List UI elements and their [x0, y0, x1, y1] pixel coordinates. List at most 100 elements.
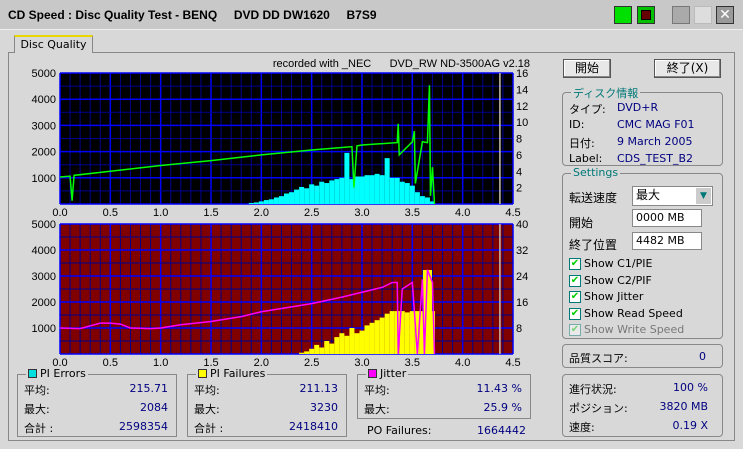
progress-label: 進行状況: [569, 383, 617, 396]
y2-tick-label: 8 [516, 134, 522, 146]
start-label: 開始 [569, 216, 594, 230]
y2-tick-label: 14 [516, 84, 528, 96]
bar [258, 201, 264, 204]
disc-info-value: CMC MAG F01 [617, 118, 695, 131]
bar [299, 186, 305, 204]
po-failures-label: PO Failures: [367, 424, 432, 437]
minimize-button[interactable] [672, 6, 690, 24]
bar [369, 322, 375, 354]
y-tick-label: 1000 [32, 323, 56, 335]
y2-tick-label: 8 [516, 323, 522, 335]
x-tick-label: 3.0 [354, 207, 369, 219]
bar [314, 185, 320, 204]
y2-tick-label: 2 [516, 183, 522, 195]
x-tick-label: 4.5 [505, 357, 520, 369]
bar [309, 184, 315, 204]
bar [374, 320, 380, 354]
y2-tick-label: 32 [516, 245, 528, 257]
stat-value: 2418410 [289, 420, 338, 433]
quality-score-label: 品質スコア: [569, 352, 628, 365]
bar [299, 352, 305, 354]
pi-failures-panel: PI Failures 平均: 211.13 最大: 3230 合計 : 241841… [187, 367, 347, 437]
end-label: 終了位置 [569, 238, 618, 252]
y2-tick-label: 10 [516, 117, 528, 129]
disc-info-label: タイプ: [569, 103, 606, 116]
stat-value: 2598354 [119, 420, 168, 433]
bar [268, 199, 274, 204]
x-tick-label: 4.0 [455, 357, 470, 369]
speed-select[interactable]: 最大 ▼ [632, 186, 713, 206]
check-icon: ✔ [569, 307, 581, 320]
stat-label: 平均: [364, 384, 390, 397]
disc-info-value: 9 March 2005 [617, 135, 693, 148]
bar [253, 202, 259, 204]
x-tick-label: 3.5 [405, 207, 420, 219]
bar [248, 202, 254, 204]
y2-tick-label: 40 [516, 219, 528, 231]
bar [384, 158, 390, 204]
bar [409, 185, 415, 204]
bar [263, 200, 269, 204]
bar [294, 189, 300, 204]
y-tick-label: 5000 [32, 68, 56, 80]
bar [339, 177, 345, 204]
bar [369, 175, 375, 204]
bar [399, 181, 405, 204]
disc-info-label: Label: [569, 152, 603, 165]
bar [379, 175, 385, 204]
y-tick-label: 5000 [32, 219, 56, 231]
bar [334, 337, 340, 354]
start-input[interactable]: 0000 MB [632, 209, 702, 227]
bar [404, 183, 410, 204]
bar [374, 173, 380, 204]
x-tick-label: 0.0 [52, 207, 67, 219]
jitter-panel: Jitter 平均: 11.43 % 最大: 25.9 % [357, 367, 531, 419]
bar [389, 311, 395, 354]
x-tick-label: 4.0 [455, 207, 470, 219]
exit-button[interactable]: 終了(X) [654, 59, 721, 78]
bar [273, 197, 279, 204]
y2-tick-label: 16 [516, 297, 528, 309]
bar [309, 348, 315, 354]
end-input[interactable]: 4482 MB [632, 232, 702, 250]
start-button[interactable]: 開始 [563, 59, 611, 78]
stat-label: 平均: [194, 384, 220, 397]
disc-info-label: ID: [569, 118, 585, 131]
color-swatch-icon [198, 369, 207, 378]
bar [339, 333, 345, 354]
x-tick-label: 1.0 [153, 357, 168, 369]
copy-icon[interactable] [614, 6, 632, 24]
y-tick-label: 2000 [32, 147, 56, 159]
disc-info-legend: ディスク情報 [571, 85, 641, 101]
y-tick-label: 2000 [32, 297, 56, 309]
disc-info-value: DVD+R [617, 101, 659, 114]
settings-panel: Settings 転送速度 最大 ▼ 開始 0000 MB 終了位置 4482 … [562, 166, 723, 339]
bar [359, 176, 365, 204]
pi-errors-legend: PI Errors [26, 367, 88, 380]
y-tick-label: 1000 [32, 173, 56, 185]
stat-value: 25.9 % [483, 401, 522, 414]
bar [359, 330, 365, 354]
maximize-button[interactable] [694, 6, 712, 24]
speed-value: 最大 [636, 188, 661, 202]
y-tick-label: 4000 [32, 94, 56, 106]
x-tick-label: 2.5 [304, 357, 319, 369]
bar [319, 181, 325, 204]
bar [344, 152, 350, 204]
bar [419, 196, 425, 204]
progress-value: 0.19 X [672, 419, 708, 432]
bar [304, 188, 310, 204]
bar [364, 325, 370, 354]
progress-value: 100 % [673, 381, 708, 394]
bar [334, 179, 340, 204]
bar [329, 180, 335, 204]
check-icon: ✔ [569, 291, 581, 303]
disc-info-label: 日付: [569, 137, 595, 150]
save-icon[interactable] [637, 6, 655, 24]
x-tick-label: 2.0 [254, 207, 269, 219]
close-button[interactable]: ✕ [716, 6, 734, 24]
y2-tick-label: 16 [516, 68, 528, 80]
progress-panel: 進行状況: 100 % ポジション: 3820 MB 速度: 0.19 X [562, 374, 723, 437]
bar [324, 183, 330, 204]
chevron-down-icon[interactable]: ▼ [696, 188, 711, 204]
